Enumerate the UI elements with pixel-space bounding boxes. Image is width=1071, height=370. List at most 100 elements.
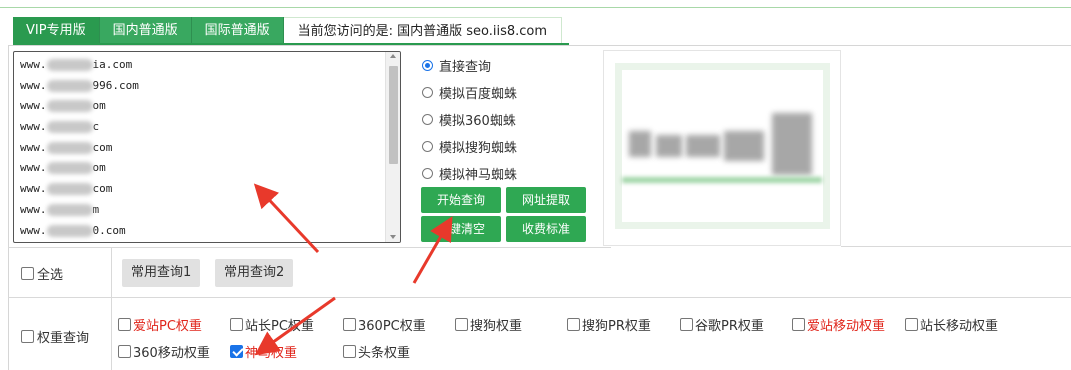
tab-domestic[interactable]: 国内普通版 (99, 17, 192, 44)
weight-query-label[interactable]: 权重查询 (21, 327, 89, 346)
promo-blur-block (629, 131, 651, 157)
mode-label: 直接查询 (439, 60, 492, 75)
url-suffix: 0.com (92, 223, 126, 237)
url-line: www. 996.com (20, 76, 400, 97)
url-prefix: www. (20, 161, 47, 175)
redacted-domain (46, 224, 93, 237)
mode-radio[interactable] (422, 87, 433, 98)
mode-radio[interactable] (422, 114, 433, 125)
weight-option-checkbox[interactable] (230, 318, 243, 331)
scroll-thumb[interactable] (389, 66, 398, 164)
weight-option-checkbox[interactable] (118, 318, 131, 331)
select-all-checkbox[interactable] (21, 267, 34, 280)
weight-option-checkbox[interactable] (792, 318, 805, 331)
weight-option[interactable]: 爱站PC权重 (118, 315, 202, 334)
mode-label: 模拟搜狗蜘蛛 (439, 141, 518, 156)
mode-radio[interactable] (422, 168, 433, 179)
start-query-button[interactable]: 开始查询 (421, 187, 501, 213)
mode-option[interactable]: 模拟百度蜘蛛 (419, 79, 599, 106)
weight-query-text: 权重查询 (37, 331, 90, 346)
weight-option-checkbox[interactable] (230, 345, 243, 358)
mode-radio[interactable] (422, 141, 433, 152)
weight-option-checkbox[interactable] (905, 318, 918, 331)
url-line: www. ia.com (20, 55, 400, 76)
weight-option[interactable]: 头条权重 (343, 342, 410, 361)
redacted-domain (46, 183, 93, 196)
weight-option[interactable]: 站长PC权重 (230, 315, 314, 334)
weight-option-checkbox[interactable] (455, 318, 468, 331)
url-prefix: www. (20, 140, 47, 154)
weight-option[interactable]: 搜狗PR权重 (567, 315, 651, 334)
tab-vip[interactable]: VIP专用版 (13, 17, 100, 44)
weight-option-label: 搜狗权重 (470, 319, 523, 334)
weight-option-label: 爱站PC权重 (133, 319, 202, 334)
clear-all-button[interactable]: 一键清空 (421, 216, 501, 242)
pricing-button[interactable]: 收费标准 (506, 216, 586, 242)
url-line: www. com (20, 138, 400, 159)
url-prefix: www. (20, 99, 47, 113)
select-all-label[interactable]: 全选 (21, 264, 63, 283)
weight-option-label: 头条权重 (358, 346, 411, 361)
divider (111, 247, 112, 370)
scroll-up-icon[interactable] (390, 54, 396, 58)
weight-option[interactable]: 神马权重 (230, 342, 297, 361)
url-suffix: 996.com (92, 78, 139, 92)
extract-url-button[interactable]: 网址提取 (506, 187, 586, 213)
tab-international[interactable]: 国际普通版 (191, 17, 284, 44)
redacted-domain (46, 203, 93, 216)
weight-option-label: 360移动权重 (133, 346, 210, 361)
common-query-1-button[interactable]: 常用查询1 (122, 259, 201, 287)
url-suffix: com (92, 140, 113, 154)
weight-option[interactable]: 爱站移动权重 (792, 315, 885, 334)
url-input-textarea[interactable]: www. ia.com www. 996.com www. om www. c www. com w… (13, 51, 401, 243)
weight-option[interactable]: 360移动权重 (118, 342, 210, 361)
redacted-domain (46, 79, 93, 92)
promo-image (603, 50, 841, 246)
weight-option-label: 360PC权重 (358, 319, 426, 334)
weight-option[interactable]: 搜狗权重 (455, 315, 522, 334)
current-version-info: 当前您访问的是: 国内普通版 seo.iis8.com (283, 17, 563, 44)
version-tabs: VIP专用版 国内普通版 国际普通版 当前您访问的是: 国内普通版 seo.ii… (13, 17, 563, 44)
common-query-2-button[interactable]: 常用查询2 (215, 259, 294, 287)
url-line: www. om (20, 158, 400, 179)
mode-option[interactable]: 模拟360蜘蛛 (419, 106, 599, 133)
url-line: www. m (20, 200, 400, 221)
weight-option[interactable]: 站长移动权重 (905, 315, 998, 334)
mode-option[interactable]: 模拟搜狗蜘蛛 (419, 133, 599, 160)
url-line: www. c (20, 117, 400, 138)
weight-option-checkbox[interactable] (567, 318, 580, 331)
mode-option[interactable]: 直接查询 (419, 52, 599, 79)
weight-option[interactable]: 谷歌PR权重 (680, 315, 764, 334)
mode-label: 模拟神马蜘蛛 (439, 168, 518, 183)
promo-blur-bar (622, 177, 822, 183)
mode-radio[interactable] (422, 60, 433, 71)
divider (8, 297, 1071, 298)
redacted-domain (46, 100, 93, 113)
weight-option-checkbox[interactable] (343, 318, 356, 331)
weight-option-checkbox[interactable] (680, 318, 693, 331)
top-divider (0, 0, 1071, 8)
redacted-domain (46, 59, 93, 71)
mode-option[interactable]: 模拟神马蜘蛛 (419, 160, 599, 187)
weight-option-checkbox[interactable] (118, 345, 131, 358)
scroll-down-icon[interactable] (390, 235, 396, 239)
url-prefix: www. (20, 120, 47, 134)
url-line: www. com (20, 179, 400, 200)
divider (841, 246, 1071, 247)
url-suffix: om (92, 161, 106, 175)
mode-label: 模拟360蜘蛛 (439, 114, 516, 129)
redacted-domain (46, 141, 93, 154)
url-suffix: c (92, 120, 100, 134)
weight-option-checkbox[interactable] (343, 345, 356, 358)
url-line: www. 0.com (20, 221, 400, 242)
weight-option-label: 神马权重 (245, 346, 298, 361)
textarea-scrollbar[interactable] (385, 52, 400, 242)
weight-option[interactable]: 360PC权重 (343, 315, 426, 334)
weight-option-label: 搜狗PR权重 (582, 319, 651, 334)
weight-option-label: 站长移动权重 (920, 319, 999, 334)
url-suffix: ia.com (92, 58, 133, 71)
promo-blur-block (772, 113, 812, 175)
weight-query-checkbox[interactable] (21, 330, 34, 343)
url-prefix: www. (20, 78, 47, 92)
query-mode-group: 直接查询模拟百度蜘蛛模拟360蜘蛛 模拟搜狗蜘蛛 模拟神马蜘蛛 (419, 52, 599, 187)
